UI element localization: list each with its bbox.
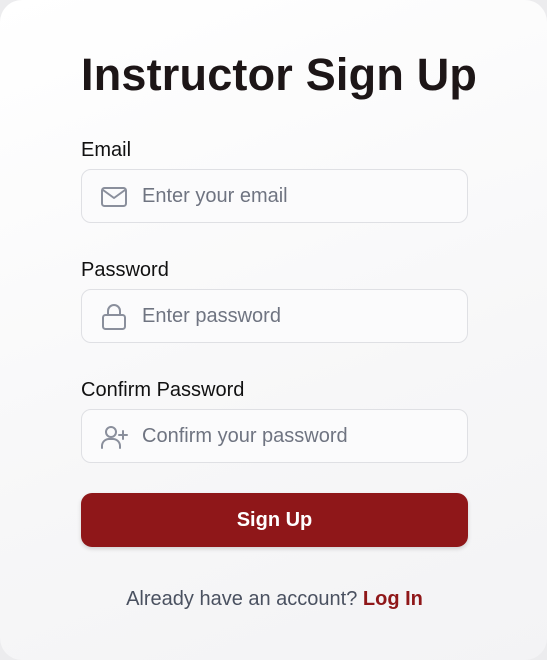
sign-up-button[interactable]: Sign Up (81, 493, 468, 547)
email-label: Email (81, 139, 132, 161)
password-field[interactable] (81, 289, 468, 343)
confirm-password-input[interactable] (142, 410, 457, 462)
email-input[interactable] (142, 170, 457, 222)
lock-icon (102, 304, 126, 330)
user-plus-icon (101, 426, 128, 449)
page-title: Instructor Sign Up (81, 49, 478, 100)
login-prompt: Already have an account? Log In (81, 588, 468, 611)
signup-card: Instructor Sign Up Email Password Confir… (0, 0, 547, 660)
log-in-link[interactable]: Log In (363, 588, 423, 610)
password-label: Password (81, 259, 169, 281)
login-prompt-text: Already have an account? (126, 588, 358, 610)
confirm-password-field[interactable] (81, 409, 468, 463)
password-input[interactable] (142, 290, 457, 342)
email-field[interactable] (81, 169, 468, 223)
confirm-password-label: Confirm Password (81, 379, 245, 401)
mail-icon (101, 187, 127, 207)
